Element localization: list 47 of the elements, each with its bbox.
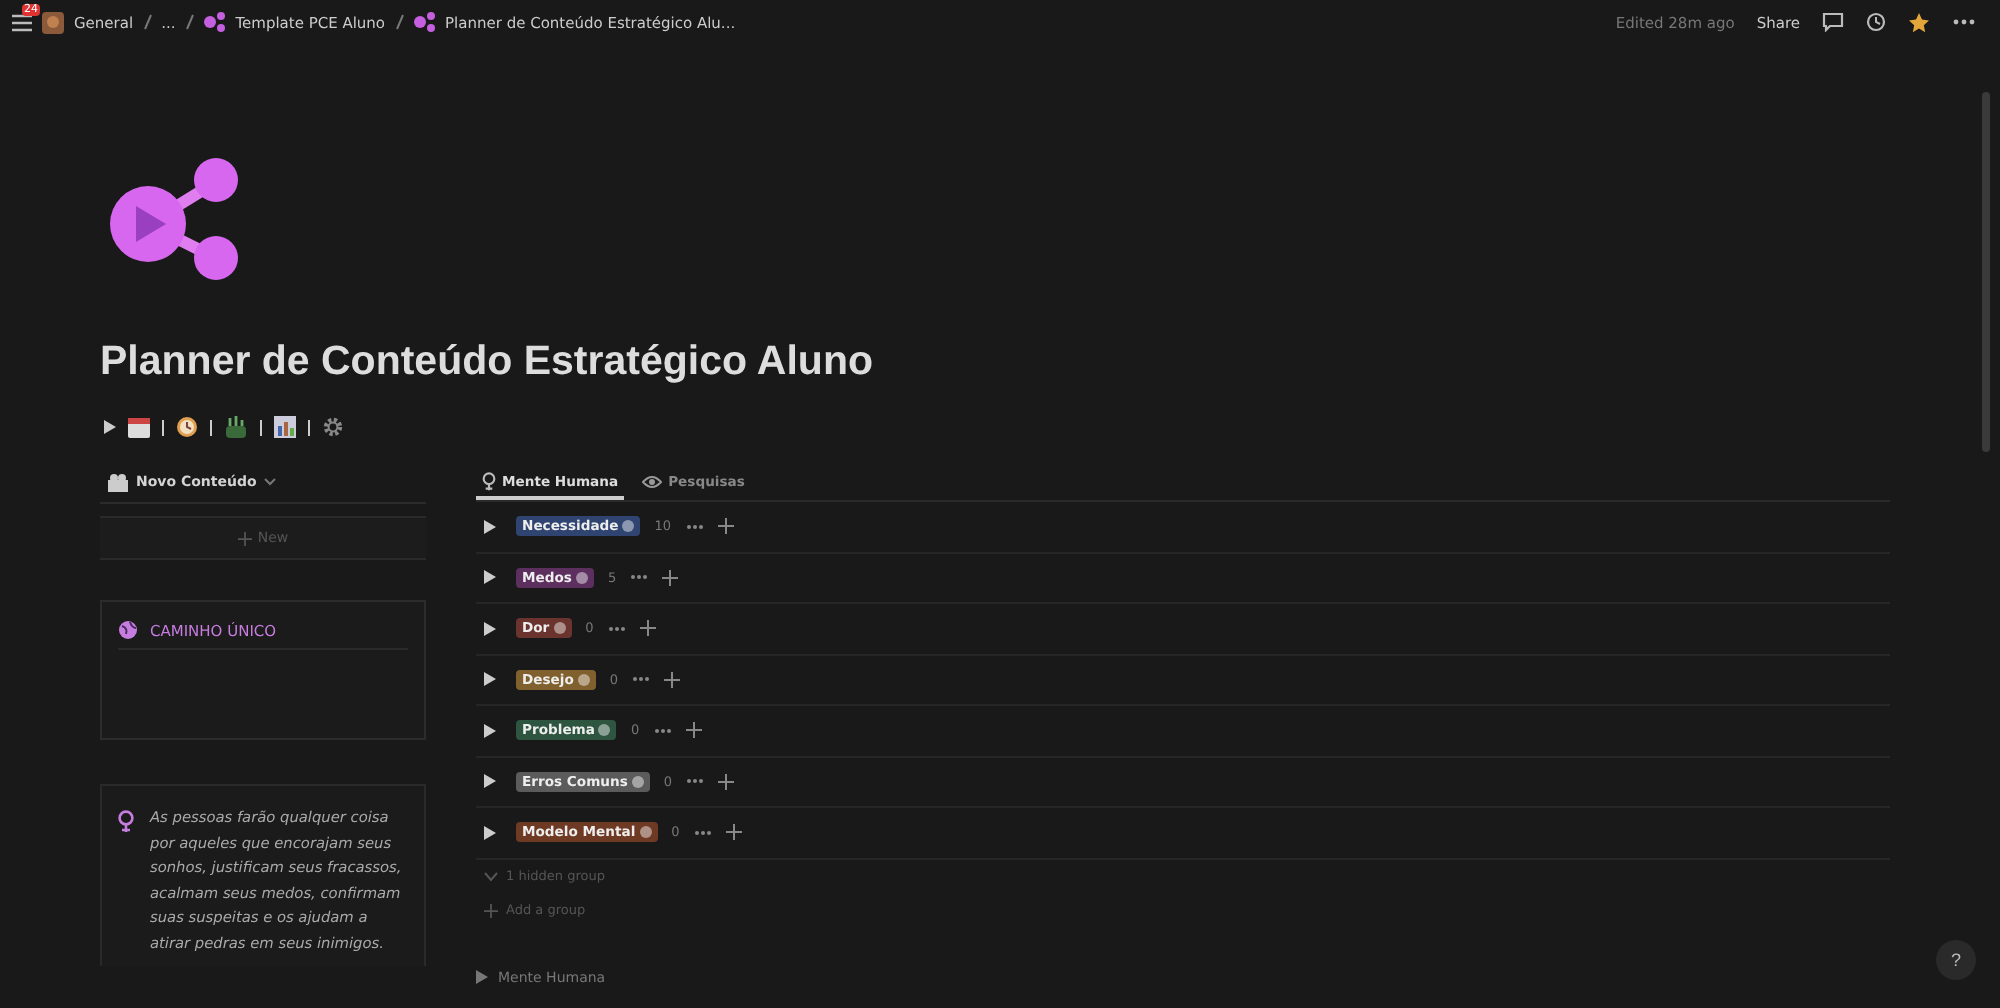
plus-icon[interactable] bbox=[718, 773, 735, 790]
plus-icon[interactable] bbox=[664, 671, 681, 688]
help-button[interactable]: ? bbox=[1936, 940, 1976, 980]
toggle-icon[interactable] bbox=[484, 621, 496, 636]
clock-icon[interactable] bbox=[176, 416, 198, 438]
more-icon[interactable] bbox=[630, 574, 649, 581]
plus-icon[interactable] bbox=[685, 722, 702, 739]
plus-icon bbox=[237, 531, 252, 545]
clapper-icon bbox=[108, 473, 128, 491]
star-icon[interactable] bbox=[1908, 11, 1930, 33]
more-icon[interactable] bbox=[1952, 18, 1976, 26]
toggle-icon[interactable] bbox=[484, 723, 496, 738]
plus-icon[interactable] bbox=[639, 620, 656, 637]
toggle-icon[interactable] bbox=[484, 825, 496, 840]
workspace-icon bbox=[42, 11, 64, 33]
more-icon[interactable] bbox=[686, 778, 705, 785]
more-icon[interactable] bbox=[607, 625, 626, 632]
more-icon[interactable] bbox=[653, 727, 672, 734]
share-icon bbox=[104, 154, 244, 286]
clock-icon[interactable] bbox=[1866, 12, 1886, 32]
more-icon[interactable] bbox=[693, 829, 712, 836]
plus-icon[interactable] bbox=[717, 518, 734, 535]
toggle-icon[interactable] bbox=[484, 519, 496, 534]
plus-icon[interactable] bbox=[662, 569, 679, 586]
menu-icon[interactable] bbox=[12, 13, 32, 31]
calendar-icon[interactable] bbox=[128, 416, 150, 438]
toggle-icon[interactable] bbox=[484, 672, 496, 687]
more-icon[interactable] bbox=[632, 676, 651, 683]
page-title: Planner de Conteúdo Estratégico Aluno bbox=[100, 338, 875, 386]
gear-icon[interactable] bbox=[322, 416, 344, 438]
slash-icon bbox=[143, 14, 152, 30]
eye-icon bbox=[642, 473, 663, 489]
plus-icon[interactable] bbox=[725, 824, 742, 841]
share-icon bbox=[413, 12, 436, 32]
caret-icon[interactable] bbox=[264, 478, 277, 486]
slash-icon bbox=[185, 14, 194, 30]
toggle-icon[interactable] bbox=[484, 774, 496, 789]
slash-icon bbox=[395, 14, 404, 30]
toggle-icon[interactable] bbox=[484, 570, 496, 585]
comment-icon[interactable] bbox=[1822, 12, 1844, 32]
chart-icon[interactable] bbox=[274, 416, 296, 438]
share-icon bbox=[203, 12, 226, 32]
globe-icon bbox=[118, 620, 138, 640]
toggle-icon[interactable] bbox=[476, 970, 488, 985]
more-icon[interactable] bbox=[685, 523, 704, 530]
plant-icon[interactable] bbox=[224, 416, 248, 438]
toggle-icon[interactable] bbox=[104, 420, 116, 434]
